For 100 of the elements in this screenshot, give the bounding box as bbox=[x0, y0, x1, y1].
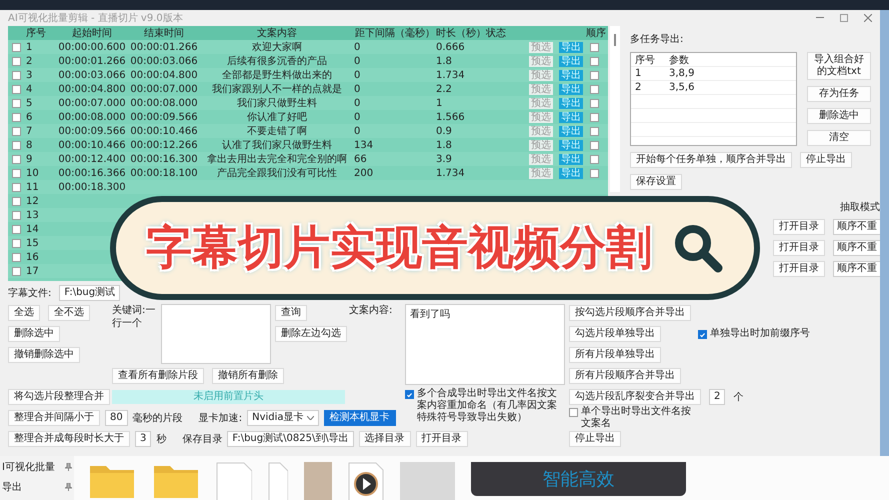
checkbox[interactable] bbox=[12, 252, 21, 262]
gap-field[interactable]: 80 bbox=[105, 410, 128, 426]
checkbox[interactable] bbox=[12, 56, 21, 66]
scrollbar[interactable] bbox=[610, 26, 620, 192]
table-cell-text: 00:00:04.800 bbox=[129, 70, 199, 80]
undo-all-button[interactable]: 撤销所有删除 bbox=[212, 368, 284, 384]
export-option-button[interactable]: 所有片段顺序合并导出 bbox=[569, 368, 681, 384]
task-button[interactable]: 存为任务 bbox=[807, 86, 871, 102]
min-length-field[interactable]: 3 bbox=[135, 431, 152, 447]
table-cell-text: 3,5,6 bbox=[668, 82, 696, 93]
gpu-dropdown[interactable]: Nvidia显卡 bbox=[247, 410, 319, 426]
view-deleted-button[interactable]: 查看所有删除片段 bbox=[112, 368, 204, 384]
delete-selected-button[interactable]: 删除选中 bbox=[8, 326, 60, 342]
table-cell-text: 11 bbox=[26, 182, 40, 192]
table-cell-text: 00:00:03.066 bbox=[129, 56, 199, 66]
column-header: 序号 bbox=[26, 26, 47, 40]
checkbox[interactable] bbox=[12, 210, 21, 220]
keywords-box[interactable] bbox=[161, 304, 271, 364]
open-folder-button[interactable]: 打开目录 bbox=[773, 240, 825, 256]
export-option-button[interactable]: 勾选片段单独导出 bbox=[569, 326, 661, 342]
merge-min-button[interactable]: 整理合并成每段时长大于 bbox=[8, 431, 130, 447]
maximize-icon[interactable] bbox=[840, 14, 848, 22]
minimize-icon[interactable] bbox=[816, 17, 824, 19]
checkbox[interactable] bbox=[12, 140, 21, 150]
checkbox[interactable] bbox=[12, 98, 21, 108]
pin-icon[interactable] bbox=[65, 483, 72, 491]
merge-button[interactable]: 将勾选片段整理合并 bbox=[8, 389, 110, 405]
table-cell-text: 10 bbox=[26, 168, 40, 178]
stop-export-button[interactable]: 停止导出 bbox=[800, 152, 852, 168]
field-label: 关键词:一行一个 bbox=[112, 305, 156, 329]
table-cell-text: 4 bbox=[26, 84, 34, 94]
open-folder-button[interactable]: 打开目录 bbox=[773, 219, 825, 235]
detect-gpu-button[interactable]: 检测本机显卡 bbox=[324, 410, 396, 426]
checkbox[interactable] bbox=[590, 126, 599, 136]
checkbox[interactable] bbox=[590, 56, 599, 66]
checkbox[interactable] bbox=[590, 84, 599, 94]
checkbox[interactable] bbox=[590, 70, 599, 80]
table-cell-text: 00:00:18.100 bbox=[129, 168, 199, 178]
checkbox[interactable] bbox=[12, 224, 21, 234]
checkbox[interactable] bbox=[12, 126, 21, 136]
checkbox[interactable] bbox=[12, 168, 21, 178]
table-cell-text: 00:00:00.600 bbox=[57, 42, 127, 52]
document-icon[interactable] bbox=[268, 462, 288, 500]
pin-icon[interactable] bbox=[65, 463, 72, 471]
export-option-button[interactable]: 所有片段单独导出 bbox=[569, 347, 661, 363]
select-button[interactable]: 全选 bbox=[8, 305, 40, 321]
table-cell-text: 00:00:04.800 bbox=[57, 84, 127, 94]
checkbox[interactable] bbox=[12, 238, 21, 248]
start-export-button[interactable]: 开始每个任务单独，顺序合并导出 bbox=[630, 152, 792, 168]
query-button[interactable]: 查询 bbox=[275, 305, 307, 321]
checkbox[interactable] bbox=[698, 330, 707, 339]
table-cell-text: 3.9 bbox=[436, 154, 453, 164]
checkbox[interactable] bbox=[12, 182, 21, 192]
table-cell-text: 00:00:07.000 bbox=[57, 98, 127, 108]
table-cell-text: 5 bbox=[26, 98, 34, 108]
open-folder-button[interactable]: 打开目录 bbox=[416, 431, 468, 447]
table-cell-text: 134 bbox=[354, 140, 374, 150]
checkbox[interactable] bbox=[590, 154, 599, 164]
table-cell-text: 2 bbox=[634, 82, 642, 93]
task-button[interactable]: 清空 bbox=[807, 130, 871, 146]
document-icon[interactable] bbox=[216, 462, 252, 500]
table-cell-text: 不要走错了啊 bbox=[246, 124, 308, 138]
task-button[interactable]: 导入组合好的文档txt bbox=[807, 52, 871, 80]
table-cell-text: 我们家跟别人不一样的点就是 bbox=[211, 82, 343, 96]
checkbox[interactable] bbox=[12, 84, 21, 94]
video-file-icon[interactable] bbox=[348, 462, 384, 500]
count-field[interactable]: 2 bbox=[709, 389, 726, 405]
checkbox[interactable] bbox=[569, 408, 578, 417]
delete-checked-button[interactable]: 删除左边勾选 bbox=[275, 326, 347, 342]
checkbox[interactable] bbox=[590, 168, 599, 178]
thumbnail-placeholder[interactable] bbox=[400, 462, 455, 500]
choose-folder-button[interactable]: 选择目录 bbox=[358, 431, 411, 447]
checkbox[interactable] bbox=[590, 140, 599, 150]
undo-delete-button[interactable]: 撤销删除选中 bbox=[8, 347, 80, 363]
copy-text-box[interactable]: 看到了吗 bbox=[405, 304, 565, 385]
table-cell-text: 00:00:12.400 bbox=[57, 154, 127, 164]
mode-dropdown[interactable]: 顺序不重 bbox=[833, 261, 880, 277]
checkbox[interactable] bbox=[12, 196, 21, 206]
checkbox[interactable] bbox=[590, 112, 599, 122]
checkbox[interactable] bbox=[12, 112, 21, 122]
save-path-field[interactable]: F:\bug测试\0825\到\导出 bbox=[227, 431, 354, 447]
export-option-button[interactable]: 按勾选片段顺序合并导出 bbox=[569, 305, 691, 321]
table-cell-text: 12 bbox=[26, 196, 40, 206]
checkbox[interactable] bbox=[405, 390, 414, 399]
checkbox[interactable] bbox=[12, 154, 21, 164]
task-button[interactable]: 删除选中 bbox=[807, 108, 871, 124]
close-icon[interactable] bbox=[864, 14, 872, 22]
merge-gap-button[interactable]: 整理合并间隔小于 bbox=[8, 410, 100, 426]
save-settings-button[interactable]: 保存设置 bbox=[630, 174, 682, 190]
mode-dropdown[interactable]: 顺序不重 bbox=[833, 240, 880, 256]
checkbox[interactable] bbox=[590, 42, 599, 52]
checkbox[interactable] bbox=[12, 42, 21, 52]
stop-button[interactable]: 停止导出 bbox=[569, 431, 621, 447]
checkbox[interactable] bbox=[12, 70, 21, 80]
open-folder-button[interactable]: 打开目录 bbox=[773, 261, 825, 277]
checkbox[interactable] bbox=[590, 98, 599, 108]
mode-dropdown[interactable]: 顺序不重 bbox=[833, 219, 880, 235]
checkbox[interactable] bbox=[12, 266, 21, 276]
shuffle-export-button[interactable]: 勾选片段乱序裂变合并导出 bbox=[569, 389, 701, 405]
select-button[interactable]: 全不选 bbox=[48, 305, 90, 321]
